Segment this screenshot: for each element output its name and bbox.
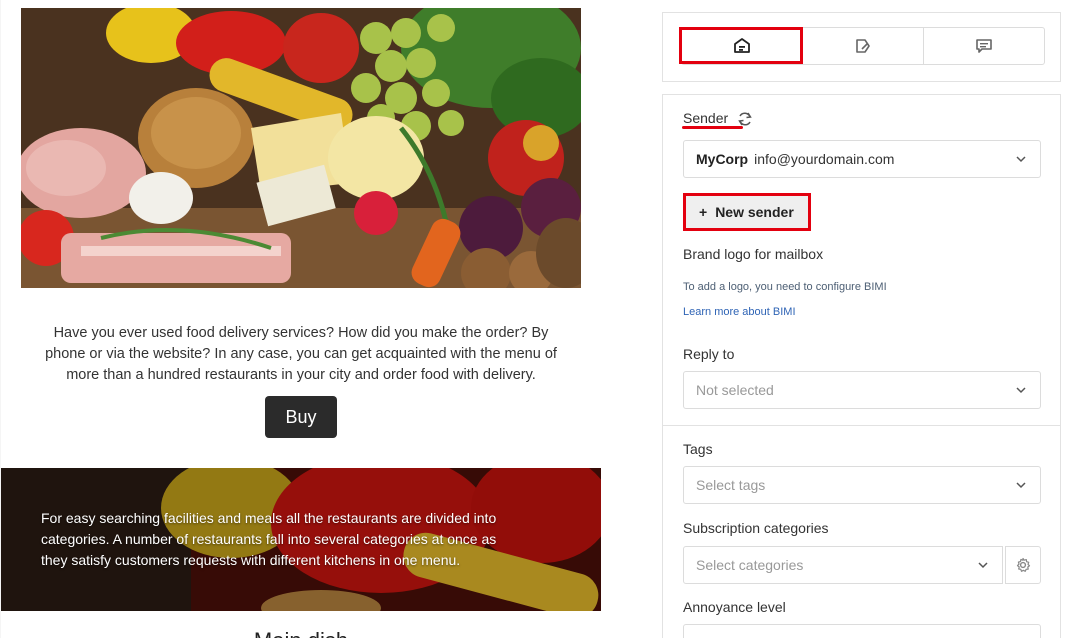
sender-settings-panel: Sender MyCorp info@yourdomain.com + New se… xyxy=(662,94,1061,638)
brand-logo-label: Brand logo for mailbox xyxy=(683,246,824,262)
subscription-categories-select[interactable]: Select categories xyxy=(683,546,1003,584)
tag-edit-icon xyxy=(856,39,870,53)
highlight-frame-active-tab xyxy=(679,27,803,64)
bimi-note: To add a logo, you need to configure BIM… xyxy=(683,281,887,293)
reply-to-label: Reply to xyxy=(683,346,735,362)
reply-to-value: Not selected xyxy=(696,382,774,398)
tab-messages[interactable] xyxy=(924,28,1044,64)
subscription-settings-button[interactable] xyxy=(1005,546,1041,584)
chevron-down-icon xyxy=(1016,156,1026,163)
intro-paragraph: Have you ever used food delivery service… xyxy=(45,325,557,383)
banner-text: For easy searching facilities and meals … xyxy=(41,510,497,568)
tags-label: Tags xyxy=(683,441,713,457)
tags-placeholder: Select tags xyxy=(696,477,766,493)
email-body: Have you ever used food delivery service… xyxy=(1,0,601,638)
sender-email: info@yourdomain.com xyxy=(754,151,895,167)
hero-food-image xyxy=(21,8,581,288)
categories-banner: For easy searching facilities and meals … xyxy=(1,468,601,611)
sender-label: Sender xyxy=(683,110,729,126)
learn-more-bimi-link[interactable]: Learn more about BIMI xyxy=(683,306,796,318)
refresh-icon[interactable] xyxy=(736,110,754,128)
next-section-heading: Main dish xyxy=(1,628,601,638)
annoyance-level-label: Annoyance level xyxy=(683,599,786,615)
subscription-placeholder: Select categories xyxy=(696,557,804,573)
new-sender-label: New sender xyxy=(715,204,794,220)
section-divider xyxy=(663,425,1060,426)
new-sender-button[interactable]: + New sender xyxy=(683,193,811,231)
chevron-down-icon xyxy=(1016,482,1026,489)
subscription-categories-label: Subscription categories xyxy=(683,520,829,536)
reply-to-select[interactable]: Not selected xyxy=(683,371,1041,409)
plus-icon: + xyxy=(699,204,708,220)
sender-select[interactable]: MyCorp info@yourdomain.com xyxy=(683,140,1041,178)
message-icon xyxy=(976,39,992,53)
sender-name: MyCorp xyxy=(696,151,749,167)
buy-button[interactable]: Buy xyxy=(265,396,337,438)
tags-select[interactable]: Select tags xyxy=(683,466,1041,504)
chevron-down-icon xyxy=(1016,387,1026,394)
email-preview-pane: Have you ever used food delivery service… xyxy=(0,0,601,638)
sender-underline-mark xyxy=(682,126,743,129)
chevron-down-icon xyxy=(978,562,988,569)
gear-icon xyxy=(1016,557,1031,572)
annoyance-level-select[interactable] xyxy=(683,624,1041,638)
tab-tags[interactable] xyxy=(803,28,924,64)
